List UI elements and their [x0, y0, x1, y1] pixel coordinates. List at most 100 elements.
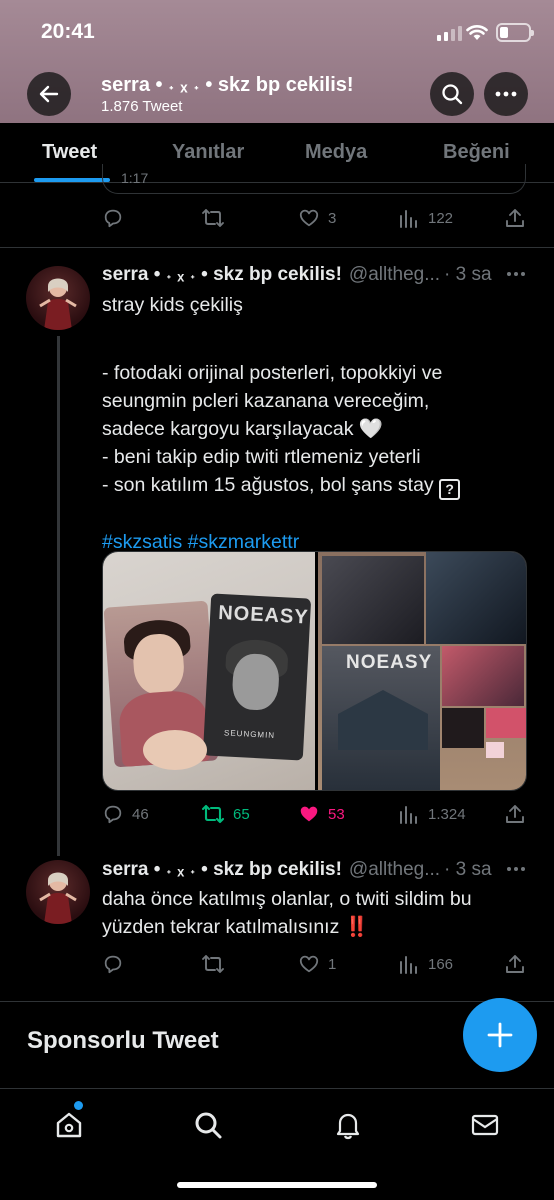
bell-icon [336, 1113, 360, 1140]
poster-image [442, 708, 484, 748]
profile-name: serra • ˖ ₓ ˖ • skz bp cekilis! [101, 74, 354, 96]
nav-home[interactable] [51, 1107, 87, 1143]
view-count: 166 [428, 955, 454, 973]
avatar[interactable] [26, 266, 90, 330]
tweet-more-icon[interactable] [506, 271, 526, 277]
views-button[interactable]: 166 [398, 953, 453, 975]
mail-icon [471, 1114, 499, 1136]
unknown-emoji-icon: ? [439, 479, 461, 500]
search-button[interactable] [430, 72, 474, 116]
avatar-image [39, 278, 77, 330]
tweet-actions: 46 65 53 1.324 [102, 803, 526, 827]
photocard-image: NOEASY SEUNGMIN [202, 593, 312, 761]
battery-icon [496, 23, 534, 42]
poster-image [442, 646, 524, 706]
heart-icon [299, 209, 319, 227]
views-button[interactable]: 1.324 [398, 803, 466, 825]
reply-button[interactable] [102, 207, 132, 229]
tweet-text: stray kids çekiliş - fotodaki orijinal p… [102, 291, 522, 556]
poster-image [486, 742, 504, 758]
author-name[interactable]: serra • ˖ ₓ ˖ • skz bp cekilis! [102, 859, 342, 881]
sponsored-heading: Sponsorlu Tweet [27, 1027, 219, 1054]
retweet-count: 65 [233, 805, 250, 823]
active-tab-indicator [34, 178, 110, 182]
author-handle[interactable]: @alltheg... [349, 859, 440, 881]
tweet-media-grid[interactable]: NOEASY SEUNGMIN NOEASY [102, 551, 527, 791]
thread-connector [57, 336, 60, 856]
reply-count: 46 [132, 805, 149, 823]
like-count: 3 [328, 209, 337, 227]
views-chart-icon [400, 806, 417, 824]
hand-image [143, 730, 207, 770]
tweet-time: · 3 sa [444, 859, 492, 880]
tweet-header: serra • ˖ ₓ ˖ • skz bp cekilis! @alltheg… [102, 264, 492, 286]
tweet-line-with-glyph: - son katılım 15 ağustos, bol şans stay … [102, 471, 522, 500]
views-button[interactable]: 122 [398, 207, 453, 229]
like-button[interactable]: 1 [298, 953, 336, 975]
poster-image: NOEASY [322, 646, 440, 790]
plus-icon [487, 1022, 513, 1048]
tweet-header: serra • ˖ ₓ ˖ • skz bp cekilis! @alltheg… [102, 859, 492, 881]
tweet-divider [0, 1001, 554, 1002]
reply-icon [104, 805, 122, 824]
retweet-icon [201, 804, 225, 824]
reply-button[interactable]: 46 [102, 803, 149, 825]
tab-tweets[interactable]: Tweet [42, 141, 97, 164]
views-chart-icon [400, 956, 417, 974]
tweet-line: - fotodaki orijinal posterleri, topokkiy… [102, 362, 443, 384]
view-count: 1.324 [428, 805, 466, 823]
share-button[interactable] [504, 207, 526, 229]
avatar[interactable] [26, 860, 90, 924]
photo-photocards[interactable]: NOEASY SEUNGMIN [103, 552, 315, 790]
nav-notifications[interactable] [330, 1107, 366, 1143]
tab-likes[interactable]: Beğeni [443, 141, 510, 164]
tweet-text: daha önce katılmış olanlar, o twiti sild… [102, 885, 522, 941]
tweet-line: seungmin pcleri kazanana vereceğim, [102, 390, 430, 412]
tab-replies[interactable]: Yanıtlar [172, 141, 244, 164]
share-icon [506, 805, 524, 823]
tweet-line: - beni takip edip twiti rtlemeniz yeterl… [102, 446, 421, 468]
nav-messages[interactable] [467, 1107, 503, 1143]
like-button[interactable]: 53 [298, 803, 345, 825]
views-chart-icon [400, 210, 417, 228]
search-icon [442, 84, 463, 105]
more-options-button[interactable] [484, 72, 528, 116]
compose-tweet-button[interactable] [463, 998, 537, 1072]
share-button[interactable] [504, 953, 526, 975]
status-time: 20:41 [41, 20, 95, 43]
reply-icon [104, 209, 122, 228]
like-button[interactable]: 3 [298, 207, 336, 229]
share-button[interactable] [504, 803, 526, 825]
like-count: 1 [328, 955, 337, 973]
view-count: 122 [428, 209, 454, 227]
tweet-more-icon[interactable] [506, 866, 526, 872]
poster-image [426, 552, 526, 644]
search-icon [195, 1112, 222, 1139]
avatar-image [39, 872, 77, 924]
poster-image [322, 556, 424, 644]
nav-search[interactable] [190, 1107, 226, 1143]
card-duration: 1:17 [121, 170, 149, 186]
reply-button[interactable] [102, 953, 132, 975]
reply-icon [104, 955, 122, 974]
like-count: 53 [328, 805, 345, 823]
tweet-time: · 3 sa [444, 264, 492, 285]
heart-icon [299, 955, 319, 973]
photo-posters[interactable]: NOEASY [318, 552, 526, 790]
poster-image [486, 708, 526, 738]
tweet-line: sadece kargoyu karşılayacak 🤍 [102, 418, 384, 440]
tweet-line: stray kids çekiliş [102, 294, 243, 316]
share-icon [506, 955, 524, 973]
retweet-button[interactable] [201, 207, 233, 229]
author-handle[interactable]: @alltheg... [349, 264, 440, 286]
back-button[interactable] [27, 72, 71, 116]
retweet-button[interactable] [201, 953, 233, 975]
retweet-button[interactable]: 65 [201, 803, 250, 825]
tweet-actions: 1 166 [102, 953, 526, 977]
share-icon [506, 209, 524, 227]
tab-media[interactable]: Medya [305, 141, 367, 164]
tweet-line [102, 319, 522, 347]
quoted-card-remnant[interactable]: 1:17 [102, 164, 526, 194]
author-name[interactable]: serra • ˖ ₓ ˖ • skz bp cekilis! [102, 264, 342, 286]
retweet-icon [202, 955, 224, 973]
